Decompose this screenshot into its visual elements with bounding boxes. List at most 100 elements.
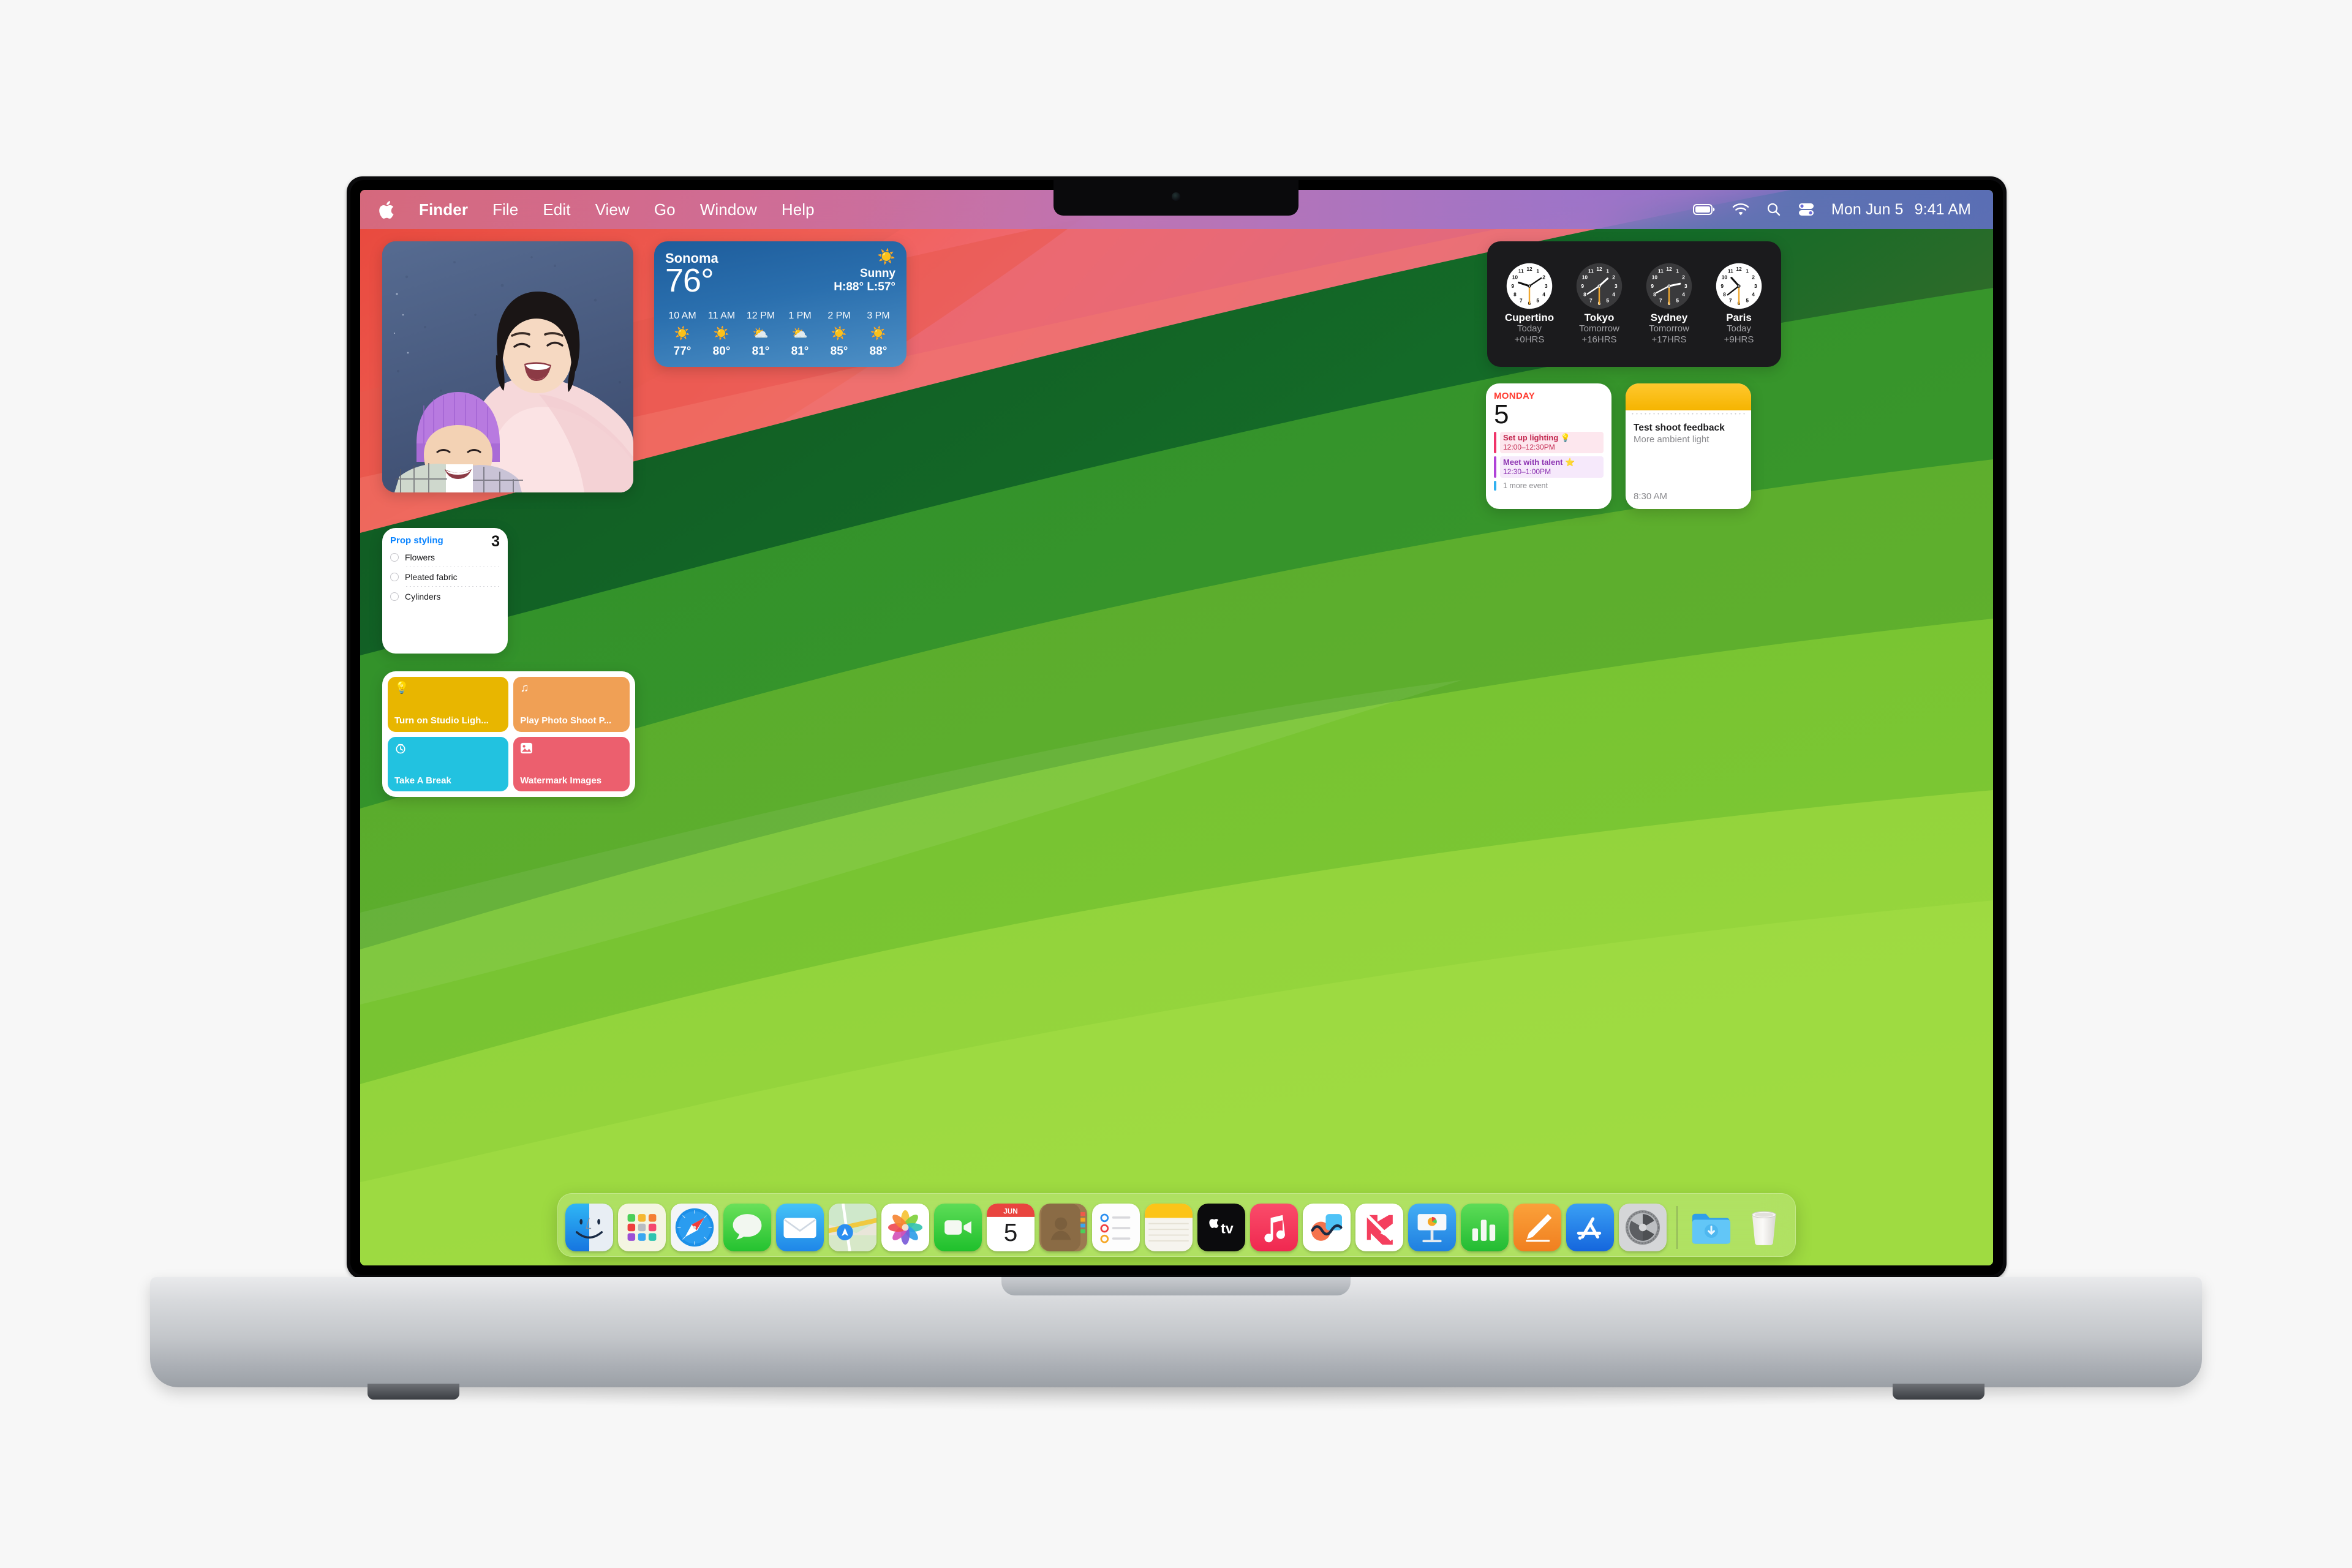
calendar-widget[interactable]: MONDAY 5 Set up lighting 💡 12:00–12:30PM… [1486, 383, 1611, 509]
world-clock-cupertino: 1212 345 678 91011 Cupertino Toda [1498, 263, 1562, 346]
hour-weather-icon: ☀️ [870, 326, 887, 341]
dock-item-safari[interactable] [671, 1204, 718, 1251]
shortcut-take-a-break[interactable]: Take A Break [388, 736, 509, 791]
menu-bar-clock[interactable]: Mon Jun 5 9:41 AM [1831, 201, 1971, 219]
reminders-widget[interactable]: Prop styling 3 Flowers Pleated fabric Cy… [382, 528, 508, 654]
dock-item-tv[interactable]: tv [1197, 1204, 1245, 1251]
dock: JUN 5 tv [557, 1193, 1796, 1257]
clock-day: Tomorrow [1579, 323, 1619, 334]
screen: Finder File Edit View Go Window Help Mon… [360, 190, 1993, 1265]
dock-item-facetime[interactable] [934, 1204, 982, 1251]
shortcuts-widget[interactable]: 💡 Turn on Studio Ligh... ♫ Play Photo Sh… [382, 671, 635, 797]
hour-label: 3 PM [867, 311, 890, 321]
dock-item-notes[interactable] [1145, 1204, 1193, 1251]
dock-item-news[interactable] [1355, 1204, 1403, 1251]
note-header-band [1626, 383, 1751, 410]
dock-item-freeform[interactable] [1303, 1204, 1351, 1251]
photos-widget[interactable] [382, 241, 633, 492]
dock-item-mail[interactable] [776, 1204, 824, 1251]
dock-item-downloads[interactable] [1687, 1204, 1735, 1251]
dock-item-maps[interactable] [829, 1204, 876, 1251]
dock-calendar-day: 5 [1004, 1218, 1018, 1246]
dock-item-messages[interactable] [723, 1204, 771, 1251]
dock-item-pages[interactable] [1513, 1204, 1561, 1251]
dock-item-music[interactable] [1250, 1204, 1298, 1251]
shortcut-watermark-images[interactable]: Watermark Images [513, 736, 630, 791]
dock-item-system-settings[interactable] [1619, 1204, 1667, 1251]
svg-text:4: 4 [1612, 291, 1615, 297]
world-clock-widget[interactable]: 1212 345 678 91011 Cupertino Toda [1487, 241, 1781, 367]
svg-text:7: 7 [1729, 297, 1732, 303]
clock-offset: +16HRS [1581, 334, 1617, 345]
menu-item-edit[interactable]: Edit [530, 190, 582, 229]
clock-face: 1212 345 678 91011 [1506, 263, 1553, 309]
note-title: Test shoot feedback [1634, 423, 1725, 433]
dock-item-trash[interactable] [1740, 1204, 1788, 1251]
weather-widget[interactable]: Sonoma 76° ☀️ Sunny H:88° L:57° 10 AM ☀️… [654, 241, 907, 367]
dock-item-keynote[interactable] [1408, 1204, 1456, 1251]
reminder-label: Flowers [405, 552, 435, 562]
svg-text:10: 10 [1722, 274, 1728, 280]
svg-text:4: 4 [1542, 291, 1545, 297]
svg-text:2: 2 [1612, 274, 1615, 280]
reminders-list-title: Prop styling [390, 535, 443, 546]
clock-offset: +9HRS [1724, 334, 1754, 345]
reminder-item[interactable]: Pleated fabric [390, 567, 500, 586]
shortcut-label: Play Photo Shoot P... [520, 715, 612, 726]
svg-text:1: 1 [1676, 268, 1679, 274]
calendar-more-events[interactable]: 1 more event [1494, 481, 1604, 491]
svg-text:2: 2 [1752, 274, 1755, 280]
svg-text:1: 1 [1536, 268, 1539, 274]
wifi-icon[interactable] [1732, 203, 1749, 216]
menu-item-view[interactable]: View [583, 190, 642, 229]
event-color-bar [1494, 456, 1496, 478]
dock-item-photos[interactable] [881, 1204, 929, 1251]
calendar-event[interactable]: Set up lighting 💡 12:00–12:30PM [1494, 431, 1604, 454]
menu-item-help[interactable]: Help [769, 190, 827, 229]
dock-item-appstore[interactable] [1566, 1204, 1614, 1251]
svg-text:10: 10 [1582, 274, 1588, 280]
menu-bar-left: Finder File Edit View Go Window Help [360, 190, 827, 229]
event-time: 12:00–12:30PM [1503, 443, 1555, 452]
battery-icon[interactable] [1692, 203, 1715, 216]
calendar-event[interactable]: Meet with talent ⭐ 12:30–1:00PM [1494, 456, 1604, 478]
clock-day: Tomorrow [1649, 323, 1689, 334]
svg-text:3: 3 [1545, 283, 1548, 289]
svg-text:12: 12 [1526, 266, 1532, 272]
dock-item-launchpad[interactable] [618, 1204, 666, 1251]
dock-item-calendar[interactable]: JUN 5 [987, 1204, 1035, 1251]
dock-calendar-month: JUN [1003, 1207, 1017, 1215]
apple-logo-icon[interactable] [379, 200, 394, 219]
laptop-foot-right [1893, 1384, 1985, 1400]
reminder-checkbox[interactable] [390, 592, 399, 601]
shortcut-turn-on-studio-lights[interactable]: 💡 Turn on Studio Ligh... [388, 677, 509, 732]
reminder-checkbox[interactable] [390, 553, 399, 562]
hour-temp: 85° [830, 345, 848, 358]
menu-item-finder[interactable]: Finder [407, 190, 480, 229]
reminder-item[interactable]: Cylinders [390, 587, 500, 606]
notes-widget[interactable]: Test shoot feedback More ambient light 8… [1626, 383, 1751, 509]
event-title: Set up lighting 💡 [1503, 432, 1571, 442]
svg-text:2: 2 [1682, 274, 1685, 280]
menu-item-window[interactable]: Window [688, 190, 769, 229]
menu-item-go[interactable]: Go [642, 190, 688, 229]
dock-item-numbers[interactable] [1461, 1204, 1509, 1251]
menu-item-file[interactable]: File [480, 190, 530, 229]
event-time: 12:30–1:00PM [1503, 467, 1551, 477]
sun-icon: ☀️ [877, 249, 895, 265]
clock-day: Today [1726, 323, 1752, 334]
dock-item-finder[interactable] [565, 1204, 613, 1251]
reminder-checkbox[interactable] [390, 573, 399, 581]
weather-hour: 2 PM ☀️ 85° [822, 311, 856, 358]
weather-hourly-forecast: 10 AM ☀️ 77° 11 AM ☀️ 80° 12 PM ⛅ 81° 1 … [665, 311, 895, 358]
reminder-label: Cylinders [405, 592, 441, 601]
search-icon[interactable] [1766, 202, 1781, 217]
reminder-item[interactable]: Flowers [390, 548, 500, 567]
dock-item-reminders[interactable] [1092, 1204, 1140, 1251]
reminders-count: 3 [491, 533, 500, 550]
control-center-icon[interactable] [1798, 203, 1814, 216]
dock-item-contacts[interactable] [1039, 1204, 1087, 1251]
hour-weather-icon: ⛅ [791, 326, 809, 341]
shortcut-play-photo-shoot-playlist[interactable]: ♫ Play Photo Shoot P... [513, 677, 630, 732]
svg-text:11: 11 [1658, 268, 1664, 274]
